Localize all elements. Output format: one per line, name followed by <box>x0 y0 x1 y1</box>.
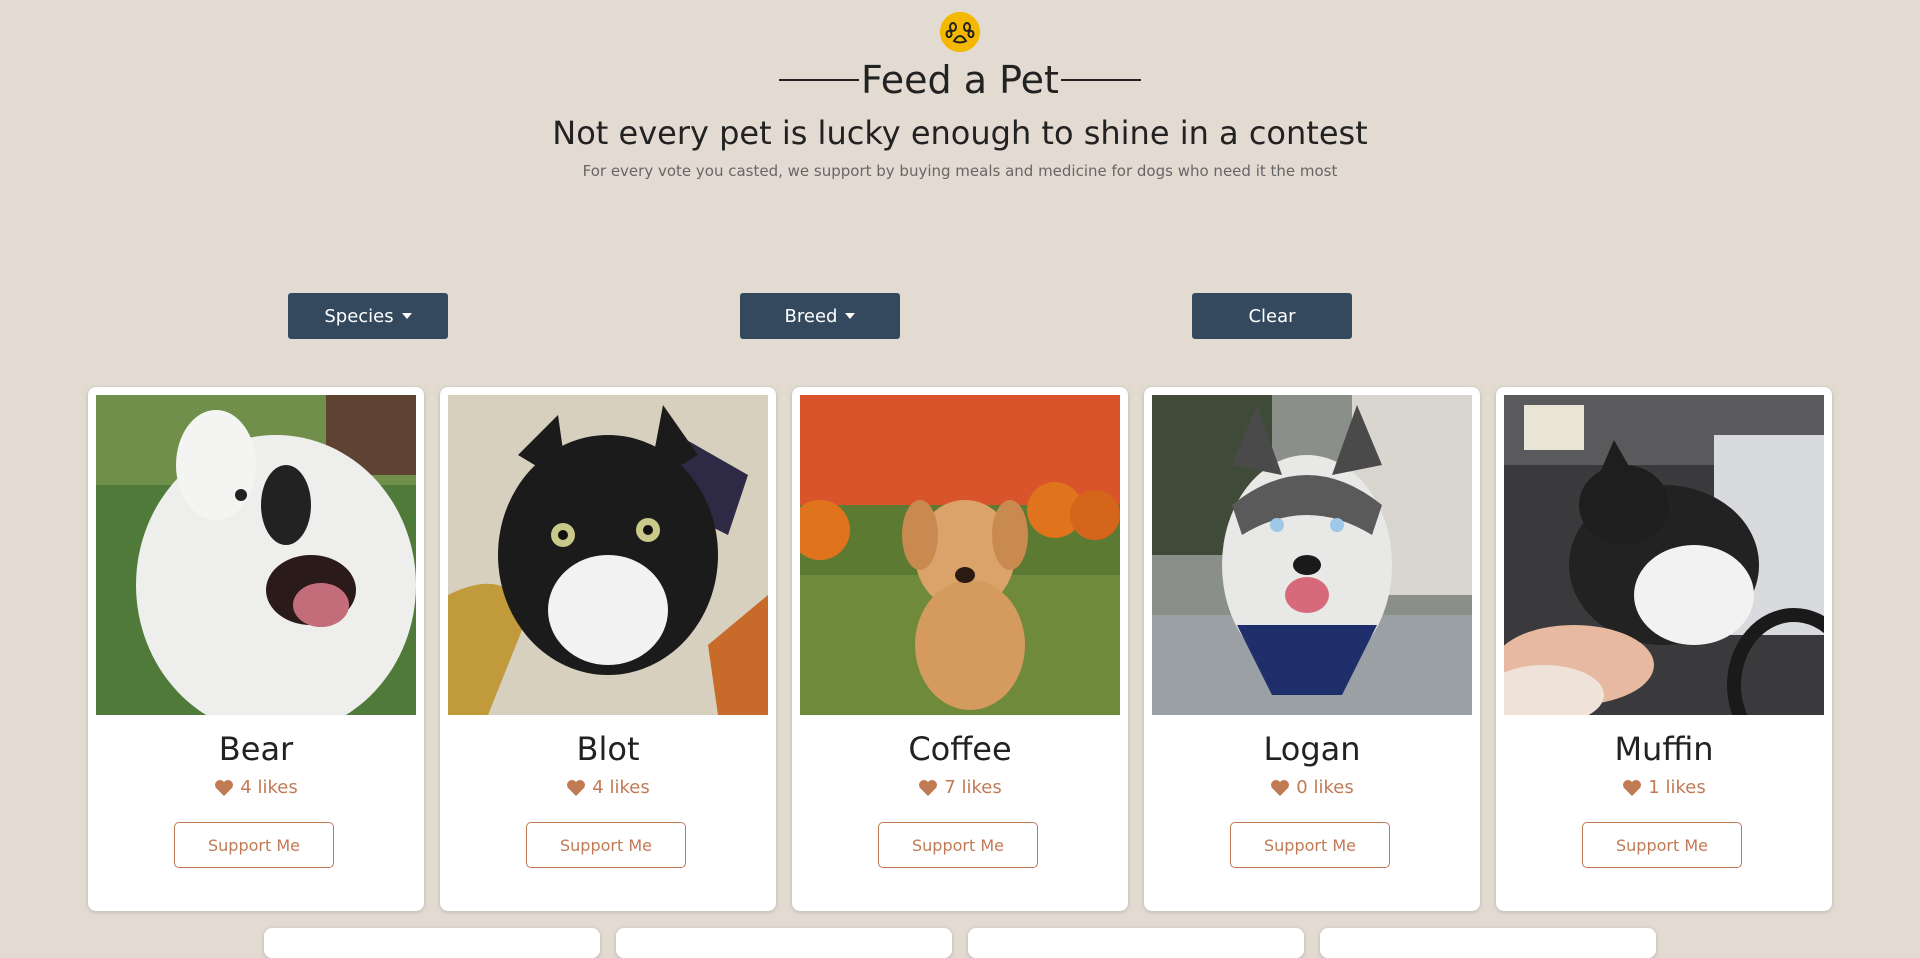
likes-row[interactable]: 0 likes <box>1144 777 1480 798</box>
pet-card: Muffin 1 likes Support Me <box>1496 387 1832 911</box>
likes-row[interactable]: 1 likes <box>1496 777 1832 798</box>
golden-puppy-photo <box>800 395 1120 715</box>
pet-card <box>264 928 600 958</box>
pet-name: Muffin <box>1614 730 1714 768</box>
pet-card: Blot 4 likes Support Me <box>440 387 776 911</box>
pet-card <box>1320 928 1656 958</box>
support-me-button[interactable]: Support Me <box>174 822 334 868</box>
paw-icon <box>940 12 980 52</box>
pet-card <box>968 928 1304 958</box>
species-dropdown-button[interactable]: Species <box>288 293 448 339</box>
page-tagline: For every vote you casted, we support by… <box>582 162 1338 180</box>
likes-row[interactable]: 4 likes <box>440 777 776 798</box>
heart-icon[interactable] <box>1622 779 1642 797</box>
breed-dropdown-button[interactable]: Breed <box>740 293 900 339</box>
title-divider-left <box>779 79 860 81</box>
clear-label: Clear <box>1248 305 1296 327</box>
support-me-button[interactable]: Support Me <box>1230 822 1390 868</box>
tuxedo-cat-photo <box>448 395 768 715</box>
pet-photo <box>448 395 768 715</box>
pet-name: Blot <box>576 730 640 768</box>
pet-photo <box>800 395 1120 715</box>
likes-count: 7 likes <box>944 777 1002 798</box>
pet-card: Logan 0 likes Support Me <box>1144 387 1480 911</box>
pet-photo <box>1504 395 1824 715</box>
white-dog-photo <box>96 395 416 715</box>
likes-row[interactable]: 7 likes <box>792 777 1128 798</box>
caret-down-icon <box>401 313 412 319</box>
cat-in-car-photo <box>1504 395 1824 715</box>
support-me-button[interactable]: Support Me <box>1582 822 1742 868</box>
caret-down-icon <box>845 313 856 319</box>
heart-icon[interactable] <box>918 779 938 797</box>
heart-icon[interactable] <box>214 779 234 797</box>
pet-card <box>616 928 952 958</box>
pet-card: Coffee 7 likes Support Me <box>792 387 1128 911</box>
clear-button[interactable]: Clear <box>1192 293 1352 339</box>
pet-card: Bear 4 likes Support Me <box>88 387 424 911</box>
heart-icon[interactable] <box>1270 779 1290 797</box>
breed-label: Breed <box>784 305 838 327</box>
support-me-button[interactable]: Support Me <box>526 822 686 868</box>
pet-name: Logan <box>1263 730 1361 768</box>
likes-count: 1 likes <box>1648 777 1706 798</box>
title-row: Feed a Pet <box>0 56 1920 104</box>
husky-photo <box>1152 395 1472 715</box>
likes-row[interactable]: 4 likes <box>88 777 424 798</box>
support-me-button[interactable]: Support Me <box>878 822 1038 868</box>
pet-name: Coffee <box>908 730 1012 768</box>
heart-icon[interactable] <box>566 779 586 797</box>
likes-count: 4 likes <box>592 777 650 798</box>
pet-photo <box>1152 395 1472 715</box>
likes-count: 0 likes <box>1296 777 1354 798</box>
species-label: Species <box>324 305 394 327</box>
pet-photo <box>96 395 416 715</box>
likes-count: 4 likes <box>240 777 298 798</box>
pet-name: Bear <box>218 730 294 768</box>
title-divider-right <box>1060 79 1141 81</box>
page-title: Feed a Pet <box>861 58 1059 102</box>
page-subtitle: Not every pet is lucky enough to shine i… <box>552 114 1368 152</box>
